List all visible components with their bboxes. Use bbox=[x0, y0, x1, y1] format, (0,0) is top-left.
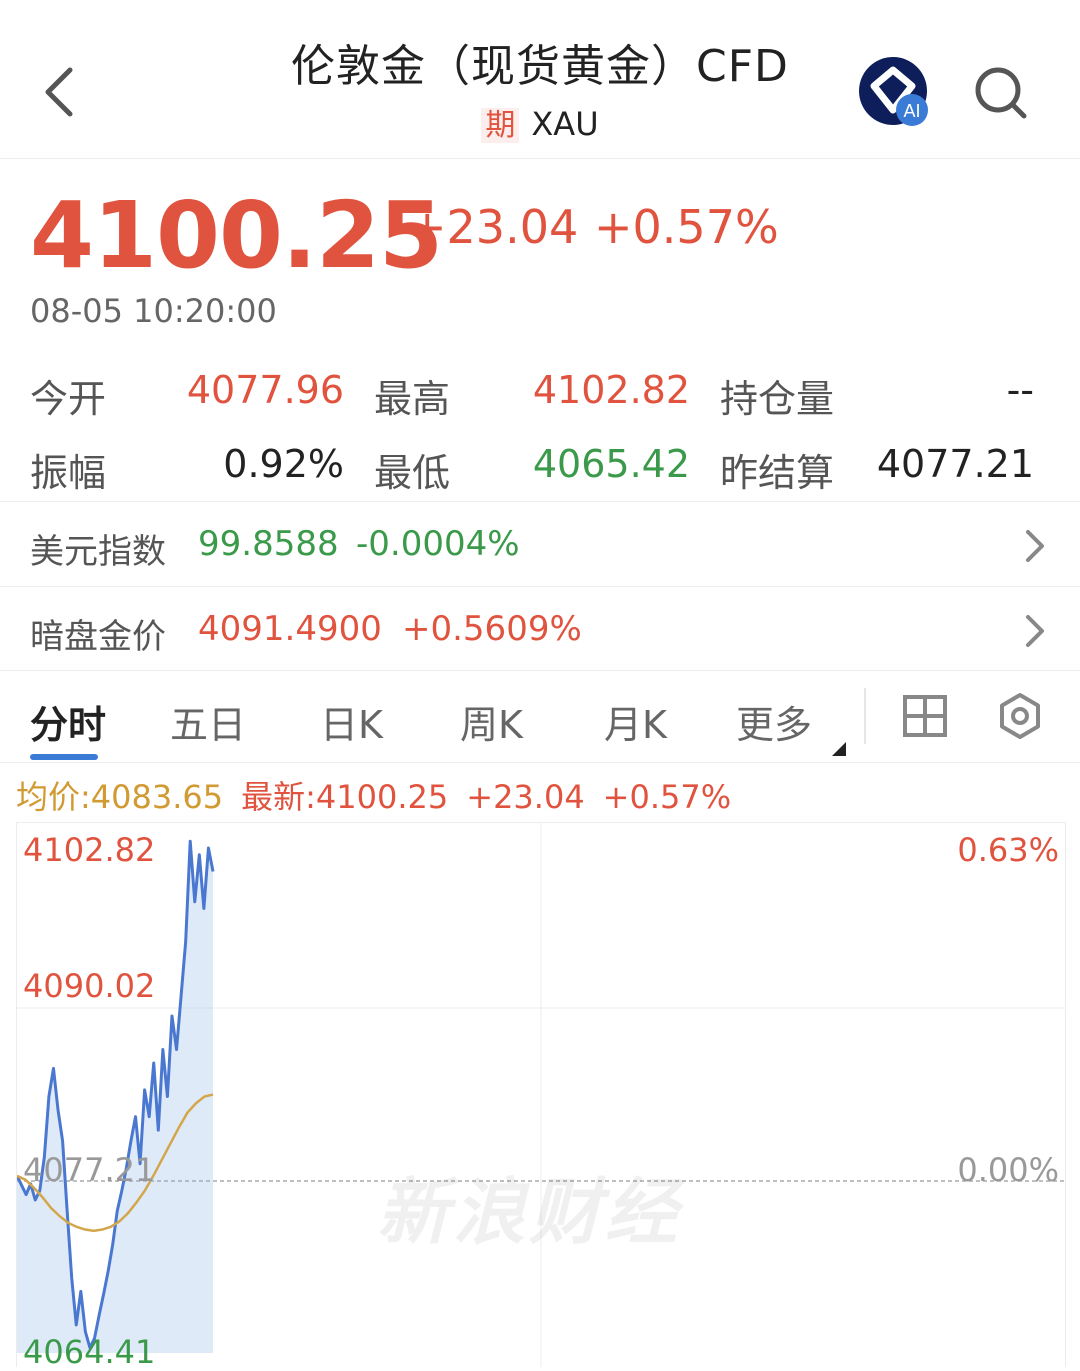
search-icon[interactable] bbox=[972, 64, 1028, 120]
tab-five-day[interactable]: 五日 bbox=[170, 694, 246, 749]
y-label-pct-zero: 0.00% bbox=[957, 1151, 1059, 1189]
ai-assistant-icon[interactable]: AI bbox=[858, 56, 932, 130]
usd-index-value: 99.8588 bbox=[198, 524, 339, 564]
settings-gear-icon[interactable] bbox=[996, 692, 1044, 740]
amplitude-value: 0.92% bbox=[223, 442, 344, 486]
usd-index-pct: -0.0004% bbox=[356, 524, 520, 564]
dropdown-corner-icon bbox=[832, 742, 846, 756]
y-label-high: 4102.82 bbox=[23, 831, 156, 869]
prev-settle-value: 4077.21 bbox=[876, 442, 1034, 486]
y-label-low: 4064.41 bbox=[23, 1333, 156, 1371]
after-hours-gold-value: 4091.4900 bbox=[198, 609, 382, 649]
divider bbox=[864, 688, 866, 744]
open-interest-label: 持仓量 bbox=[720, 377, 835, 421]
layout-grid-icon[interactable] bbox=[902, 694, 948, 738]
intraday-chart[interactable]: 新浪财经 4102.82 4090.02 4077.21 4064.41 0.6… bbox=[16, 822, 1066, 1371]
latest-price-legend: 最新:4100.25 bbox=[241, 778, 449, 816]
open-interest-value: -- bbox=[1006, 368, 1034, 412]
watermark-text: 新浪财经 bbox=[377, 1170, 682, 1254]
chart-legend: 均价:4083.65 最新:4100.25 +23.04 +0.57% bbox=[16, 772, 749, 818]
after-hours-gold-row[interactable]: 暗盘金价 4091.4900 +0.5609% bbox=[0, 587, 1080, 671]
tab-daily-k[interactable]: 日K bbox=[320, 694, 383, 749]
chart-tab-bar: 分时 五日 日K 周K 月K 更多 bbox=[0, 670, 1080, 763]
usd-index-row[interactable]: 美元指数 99.8588 -0.0004% bbox=[0, 502, 1080, 586]
y-label-mid-high: 4090.02 bbox=[23, 967, 156, 1005]
legend-change-pct: +0.57% bbox=[602, 778, 732, 816]
low-label: 最低 bbox=[374, 451, 451, 495]
tab-intraday[interactable]: 分时 bbox=[30, 694, 106, 749]
tab-more[interactable]: 更多 bbox=[736, 694, 812, 749]
ai-badge-text: AI bbox=[903, 101, 920, 121]
chart-canvas bbox=[17, 823, 1065, 1367]
tab-weekly-k[interactable]: 周K bbox=[460, 694, 523, 749]
tab-monthly-k[interactable]: 月K bbox=[604, 694, 667, 749]
active-tab-indicator bbox=[30, 754, 98, 760]
symbol-code: XAU bbox=[531, 105, 599, 143]
usd-index-label: 美元指数 bbox=[30, 532, 166, 572]
chevron-right-icon bbox=[1026, 615, 1044, 647]
open-label: 今开 bbox=[30, 377, 107, 421]
header-bar: 伦敦金（现货黄金）CFD 期 XAU AI bbox=[0, 0, 1080, 159]
y-label-reference: 4077.21 bbox=[23, 1151, 156, 1189]
quote-timestamp: 08-05 10:20:00 bbox=[30, 292, 277, 330]
last-price: 4100.25 bbox=[30, 182, 443, 289]
legend-change: +23.04 bbox=[466, 778, 585, 816]
avg-price-legend: 均价:4083.65 bbox=[16, 778, 224, 816]
after-hours-gold-pct: +0.5609% bbox=[402, 609, 582, 649]
y-label-pct-high: 0.63% bbox=[957, 831, 1059, 869]
price-change: +23.04 bbox=[408, 200, 579, 254]
amplitude-label: 振幅 bbox=[30, 451, 107, 495]
price-area-fill bbox=[17, 841, 213, 1353]
high-label: 最高 bbox=[374, 377, 451, 421]
high-value: 4102.82 bbox=[532, 368, 690, 412]
low-value: 4065.42 bbox=[532, 442, 690, 486]
price-change-pct: +0.57% bbox=[594, 200, 779, 254]
open-value: 4077.96 bbox=[186, 368, 344, 412]
futures-tag: 期 bbox=[481, 108, 520, 143]
after-hours-gold-label: 暗盘金价 bbox=[30, 617, 166, 657]
prev-settle-label: 昨结算 bbox=[720, 451, 835, 495]
chevron-right-icon bbox=[1026, 530, 1044, 562]
